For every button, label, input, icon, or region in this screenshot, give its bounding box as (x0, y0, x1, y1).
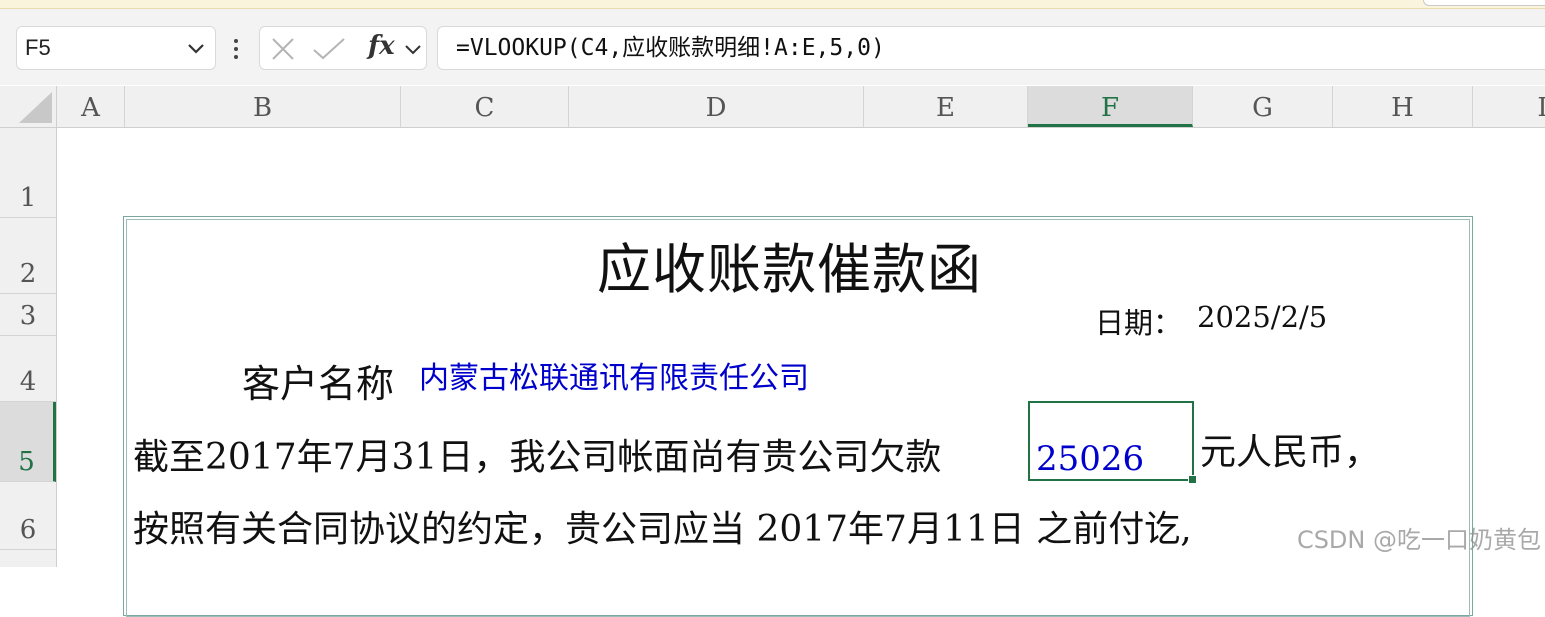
column-header[interactable]: C (401, 86, 569, 127)
row-header-selected[interactable]: 5 (0, 402, 56, 482)
column-header[interactable]: I (1473, 86, 1545, 127)
chevron-down-icon[interactable] (403, 39, 423, 59)
watermark: CSDN @吃一口奶黄包 (1296, 526, 1541, 554)
date-value: 2025/2/5 (1197, 300, 1328, 334)
fill-handle[interactable] (1188, 475, 1197, 484)
active-cell-f5[interactable]: 25026 (1028, 401, 1197, 484)
formula-bar: F5 fx =VLOOKUP(C4,应收账款明细!A:E,5,0) (0, 9, 1545, 85)
confirm-icon[interactable] (312, 37, 346, 61)
worksheet-grid[interactable]: 应收账款催款函 日期： 2025/2/5 客户名称 内蒙古松联通讯有限责任公司 … (57, 128, 1545, 617)
cancel-icon[interactable] (270, 37, 296, 61)
column-header[interactable]: H (1333, 86, 1473, 127)
row-header[interactable]: 6 (0, 482, 56, 550)
column-header[interactable]: A (57, 86, 125, 127)
active-cell-value: 25026 (1036, 439, 1145, 479)
formula-input[interactable]: =VLOOKUP(C4,应收账款明细!A:E,5,0) (437, 26, 1545, 70)
formula-tools: fx (259, 26, 427, 70)
notification-strip (0, 0, 1545, 9)
select-all-corner[interactable] (0, 86, 57, 127)
row-header[interactable]: 2 (0, 218, 56, 294)
name-box-value: F5 (25, 35, 51, 60)
row-headers: 1 2 3 4 5 6 (0, 128, 57, 567)
customer-name: 内蒙古松联通讯有限责任公司 (419, 361, 809, 396)
column-header[interactable]: E (864, 86, 1028, 127)
row-header[interactable]: 4 (0, 336, 56, 402)
column-header[interactable]: B (125, 86, 401, 127)
more-options-icon[interactable] (232, 39, 240, 61)
insert-function-icon[interactable]: fx (368, 31, 395, 61)
chevron-down-icon[interactable] (185, 37, 207, 59)
name-box[interactable]: F5 (16, 26, 216, 70)
date-label: 日期： (1095, 306, 1183, 340)
currency-text: 元人民币， (1200, 432, 1381, 473)
column-header[interactable]: D (569, 86, 864, 127)
debt-statement-text: 截至2017年7月31日，我公司帐面尚有贵公司欠款 (133, 437, 942, 478)
row-header[interactable]: 1 (0, 128, 56, 218)
column-headers: A B C D E F G H I (0, 86, 1545, 128)
column-header-selected[interactable]: F (1028, 86, 1193, 127)
column-header[interactable]: G (1193, 86, 1333, 127)
customer-label: 客户名称 (242, 362, 395, 406)
letter-title: 应收账款催款函 (597, 238, 982, 301)
notification-control[interactable] (1423, 0, 1545, 6)
payment-terms-text: 按照有关合同协议的约定，贵公司应当 2017年7月11日 之前付讫, (133, 509, 1192, 550)
row-header[interactable]: 3 (0, 294, 56, 336)
